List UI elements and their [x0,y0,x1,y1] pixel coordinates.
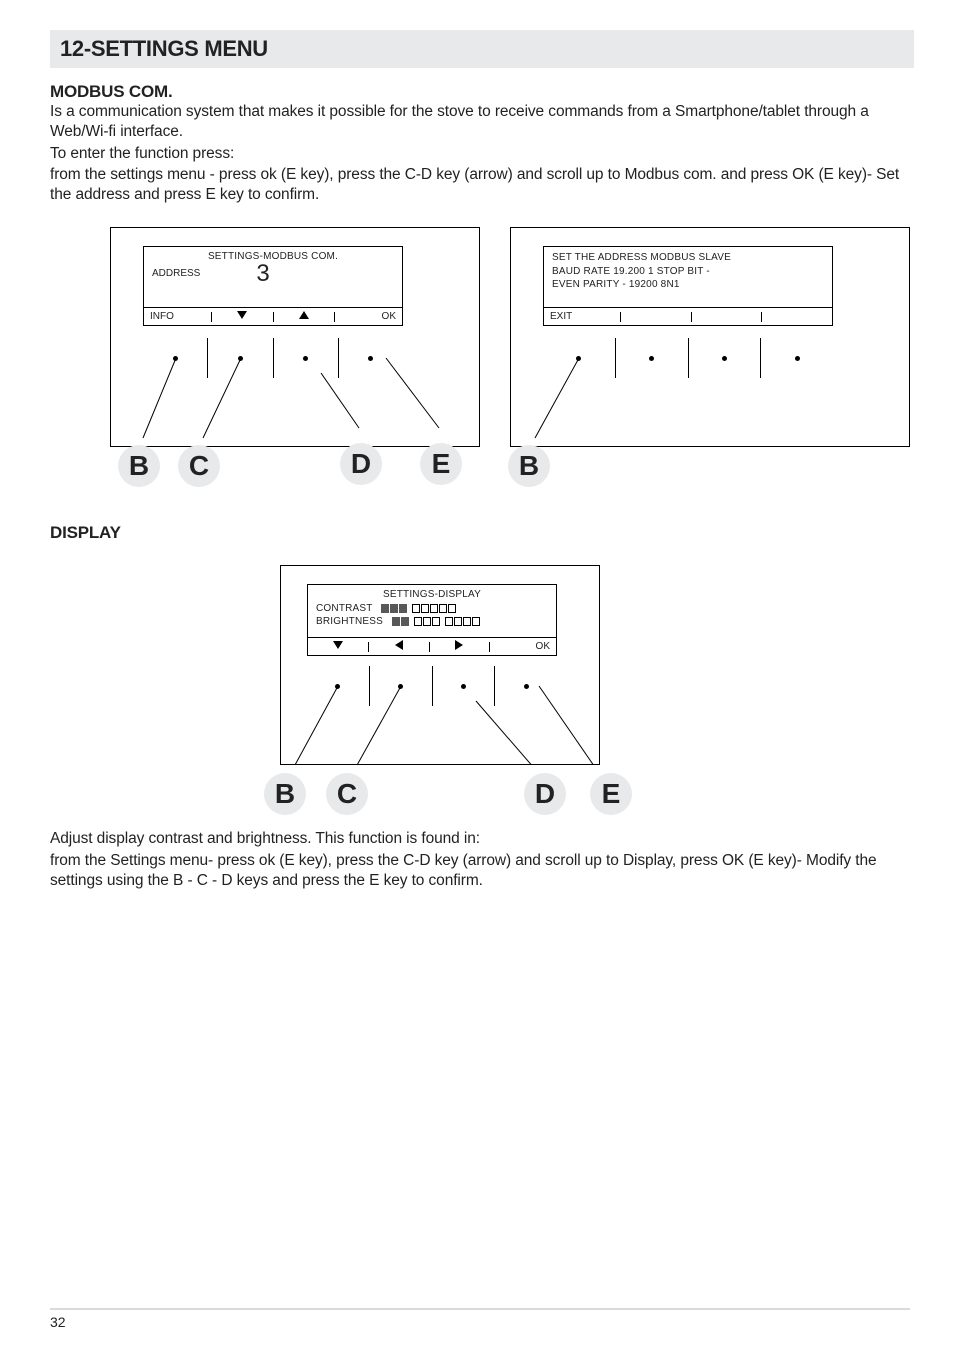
display-diagram: SETTINGS-DISPLAY CONTRAST BRIGHTNESS [50,565,914,825]
display-p1: Adjust display contrast and brightness. … [50,829,914,849]
d-title: SETTINGS-DISPLAY [308,585,556,602]
button-d[interactable] [432,666,495,706]
bubble-d: D [340,443,382,485]
contrast-blocks [381,604,456,613]
display-p2: from the Settings menu- press ok (E key)… [50,851,914,891]
modbus-p2: To enter the function press: [50,144,914,164]
brightness-blocks [392,617,480,626]
bubble-b: B [118,445,160,487]
footer-up-icon [274,311,335,322]
screen-footer: OK [308,637,556,655]
address-label: ADDRESS [152,268,200,279]
button-bar [143,338,403,378]
bubble-e: E [420,443,462,485]
panel-right-outer: SET THE ADDRESS MODBUS SLAVE BAUD RATE 1… [510,227,910,447]
button-c[interactable] [207,338,272,378]
panel-left-screen: SETTINGS-MODBUS COM. ADDRESS 3 INFO OK [143,246,403,326]
footer-ok: OK [490,641,556,652]
bubble-e: E [590,773,632,815]
button-c[interactable] [615,338,688,378]
footer-info: INFO [144,311,211,322]
button-bar [543,338,833,378]
button-d[interactable] [688,338,761,378]
bubble-c: C [326,773,368,815]
button-b[interactable] [543,338,615,378]
r-line3: EVEN PARITY - 19200 8N1 [544,278,832,292]
footer-down-icon [308,641,368,652]
address-value: 3 [256,262,269,286]
button-d[interactable] [273,338,338,378]
bubble-b: B [264,773,306,815]
button-e[interactable] [338,338,403,378]
screen-footer: INFO OK [144,307,402,325]
bubble-c: C [178,445,220,487]
button-bar [307,666,557,706]
section-heading: 12-SETTINGS MENU [50,30,914,68]
footer-exit: EXIT [544,311,620,322]
panel-right-screen: SET THE ADDRESS MODBUS SLAVE BAUD RATE 1… [543,246,833,326]
bubble-b-right: B [508,445,550,487]
d-brightness-row: BRIGHTNESS [308,615,556,629]
footer-right-icon [430,640,490,653]
r-line2: BAUD RATE 19.200 1 STOP BIT - [544,265,832,279]
brightness-label: BRIGHTNESS [316,616,383,627]
modbus-p1: Is a communication system that makes it … [50,102,914,142]
panel-display-outer: SETTINGS-DISPLAY CONTRAST BRIGHTNESS [280,565,600,765]
button-b[interactable] [143,338,207,378]
footer-ok: OK [335,311,402,322]
modbus-heading: MODBUS COM. [50,82,914,102]
d-contrast-row: CONTRAST [308,602,556,616]
contrast-label: CONTRAST [316,603,372,614]
modbus-p3: from the settings menu - press ok (E key… [50,165,914,205]
bubble-d: D [524,773,566,815]
footer-left-icon [369,640,429,653]
display-heading: DISPLAY [50,523,914,543]
footer-down-icon [212,311,273,322]
button-e[interactable] [494,666,557,706]
modbus-diagram: SETTINGS-MODBUS COM. ADDRESS 3 INFO OK [50,227,914,517]
screen-footer: EXIT [544,307,832,325]
screen-title: SETTINGS-MODBUS COM. [144,247,402,264]
r-line1: SET THE ADDRESS MODBUS SLAVE [544,247,832,265]
button-b[interactable] [307,666,369,706]
button-c[interactable] [369,666,432,706]
button-e[interactable] [760,338,833,378]
panel-left-outer: SETTINGS-MODBUS COM. ADDRESS 3 INFO OK [110,227,480,447]
page-number: 32 [50,1308,910,1330]
panel-display-screen: SETTINGS-DISPLAY CONTRAST BRIGHTNESS [307,584,557,656]
